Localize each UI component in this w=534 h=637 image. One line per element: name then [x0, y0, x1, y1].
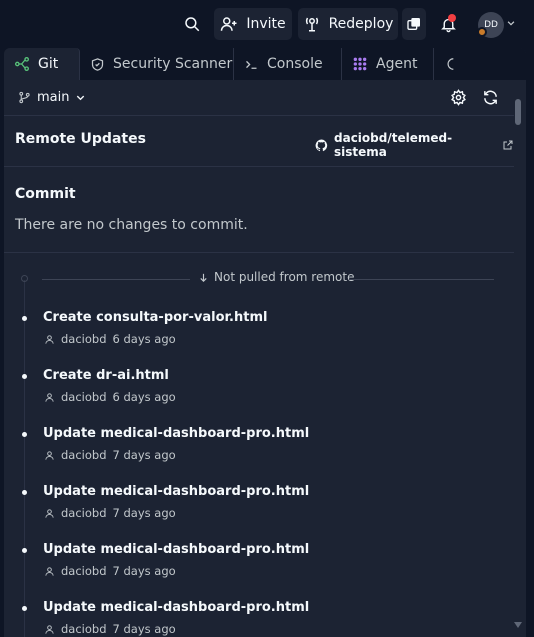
commit-item[interactable]: Update medical-dashboard-pro.html daciob… — [4, 422, 504, 472]
commit-dot — [22, 316, 27, 321]
commit-dot — [22, 548, 27, 553]
commit-empty-text: There are no changes to commit. — [15, 217, 248, 233]
terminal-icon — [244, 57, 259, 72]
branch-selector[interactable]: main — [18, 90, 86, 105]
tab-bar: Git Security Scanner Console Agent — [4, 48, 526, 80]
commit-item[interactable]: Update medical-dashboard-pro.html daciob… — [4, 480, 504, 530]
notification-dot — [448, 14, 456, 22]
user-icon — [44, 334, 55, 345]
scrollbar[interactable] — [512, 96, 524, 637]
user-icon — [44, 392, 55, 403]
commit-dot — [22, 432, 27, 437]
tab-security-label: Security Scanner — [113, 56, 233, 72]
user-icon — [44, 624, 55, 635]
tab-security-scanner[interactable]: Security Scanner — [80, 48, 234, 80]
scroll-down-arrow-icon[interactable] — [514, 622, 522, 628]
branch-name: main — [37, 90, 70, 105]
moon-icon — [444, 57, 458, 71]
history-divider: Not pulled from remote — [4, 270, 504, 288]
commit-item[interactable]: Create dr-ai.html daciobd 6 days ago — [4, 364, 504, 414]
divider-node — [21, 275, 28, 282]
divider-line-left — [42, 279, 190, 280]
commit-section: Commit There are no changes to commit. — [4, 167, 514, 253]
not-pulled-text: Not pulled from remote — [214, 270, 355, 284]
remote-updates-section: Remote Updates daciobd/telemed-sistema — [4, 116, 514, 167]
arrow-down-icon — [198, 272, 209, 283]
remote-updates-title: Remote Updates — [15, 131, 146, 147]
github-icon — [315, 139, 328, 152]
commit-time: 7 days ago — [112, 506, 176, 520]
new-tab-icon — [406, 16, 422, 32]
commit-author: daciobd — [61, 332, 107, 346]
repo-name: daciobd/telemed-sistema — [334, 131, 453, 159]
shield-icon — [90, 57, 105, 72]
commit-item[interactable]: Update medical-dashboard-pro.html daciob… — [4, 538, 504, 588]
commit-time: 7 days ago — [112, 448, 176, 462]
commit-author: daciobd — [61, 448, 107, 462]
commit-meta: daciobd 6 days ago — [44, 390, 176, 404]
commit-author: daciobd — [61, 506, 107, 520]
git-icon — [14, 56, 30, 72]
commit-meta: daciobd 7 days ago — [44, 564, 176, 578]
tab-overflow[interactable] — [434, 48, 474, 80]
scroll-thumb[interactable] — [515, 99, 521, 125]
commit-message: Update medical-dashboard-pro.html — [43, 600, 310, 615]
invite-label: Invite — [246, 16, 286, 32]
open-new-tab-button[interactable] — [402, 8, 426, 40]
top-bar: Invite Redeploy DD — [0, 0, 534, 48]
tab-console-label: Console — [267, 56, 323, 72]
tab-console[interactable]: Console — [234, 48, 342, 80]
commit-title: Commit — [15, 186, 76, 202]
redeploy-button[interactable]: Redeploy — [298, 8, 398, 40]
commit-author: daciobd — [61, 564, 107, 578]
user-icon — [44, 566, 55, 577]
settings-icon[interactable] — [450, 89, 467, 106]
chevron-down-icon — [75, 92, 86, 103]
commit-item[interactable]: Create consulta-por-valor.html daciobd 6… — [4, 306, 504, 356]
user-icon — [44, 508, 55, 519]
tab-git-label: Git — [38, 56, 59, 72]
chevron-down-icon[interactable] — [505, 17, 517, 29]
commit-item[interactable]: Update medical-dashboard-pro.html daciob… — [4, 596, 504, 637]
refresh-icon[interactable] — [482, 89, 499, 106]
invite-icon — [220, 15, 238, 33]
branch-toolbar: main — [4, 80, 514, 116]
search-icon[interactable] — [182, 14, 202, 34]
commit-time: 7 days ago — [112, 622, 176, 636]
branch-icon — [18, 91, 31, 104]
commit-time: 6 days ago — [112, 390, 176, 404]
tab-git[interactable]: Git — [4, 48, 80, 80]
commit-meta: daciobd 7 days ago — [44, 448, 176, 462]
redeploy-label: Redeploy — [328, 16, 394, 32]
commit-message: Update medical-dashboard-pro.html — [43, 484, 310, 499]
commit-dot — [22, 374, 27, 379]
commit-meta: daciobd 7 days ago — [44, 622, 176, 636]
redeploy-icon — [303, 15, 321, 33]
tab-agent[interactable]: Agent — [342, 48, 434, 80]
not-pulled-label: Not pulled from remote — [198, 270, 354, 284]
repo-link[interactable]: daciobd/telemed-sistema — [315, 131, 514, 159]
commit-message: Update medical-dashboard-pro.html — [43, 542, 310, 557]
commit-author: daciobd — [61, 390, 107, 404]
tab-agent-label: Agent — [376, 56, 418, 72]
commit-dot — [22, 490, 27, 495]
commit-message: Create consulta-por-valor.html — [43, 310, 268, 325]
commit-message: Update medical-dashboard-pro.html — [43, 426, 310, 441]
git-panel: Git Security Scanner Console Agent main … — [4, 48, 526, 637]
commit-time: 6 days ago — [112, 332, 176, 346]
commit-author: daciobd — [61, 622, 107, 636]
commit-dot — [22, 606, 27, 611]
commit-meta: daciobd 6 days ago — [44, 332, 176, 346]
invite-button[interactable]: Invite — [214, 8, 292, 40]
divider-line-right — [349, 279, 494, 280]
user-icon — [44, 450, 55, 461]
commit-time: 7 days ago — [112, 564, 176, 578]
commit-message: Create dr-ai.html — [43, 368, 169, 383]
commit-meta: daciobd 7 days ago — [44, 506, 176, 520]
agent-icon — [352, 56, 368, 72]
avatar-status-dot — [477, 27, 487, 37]
